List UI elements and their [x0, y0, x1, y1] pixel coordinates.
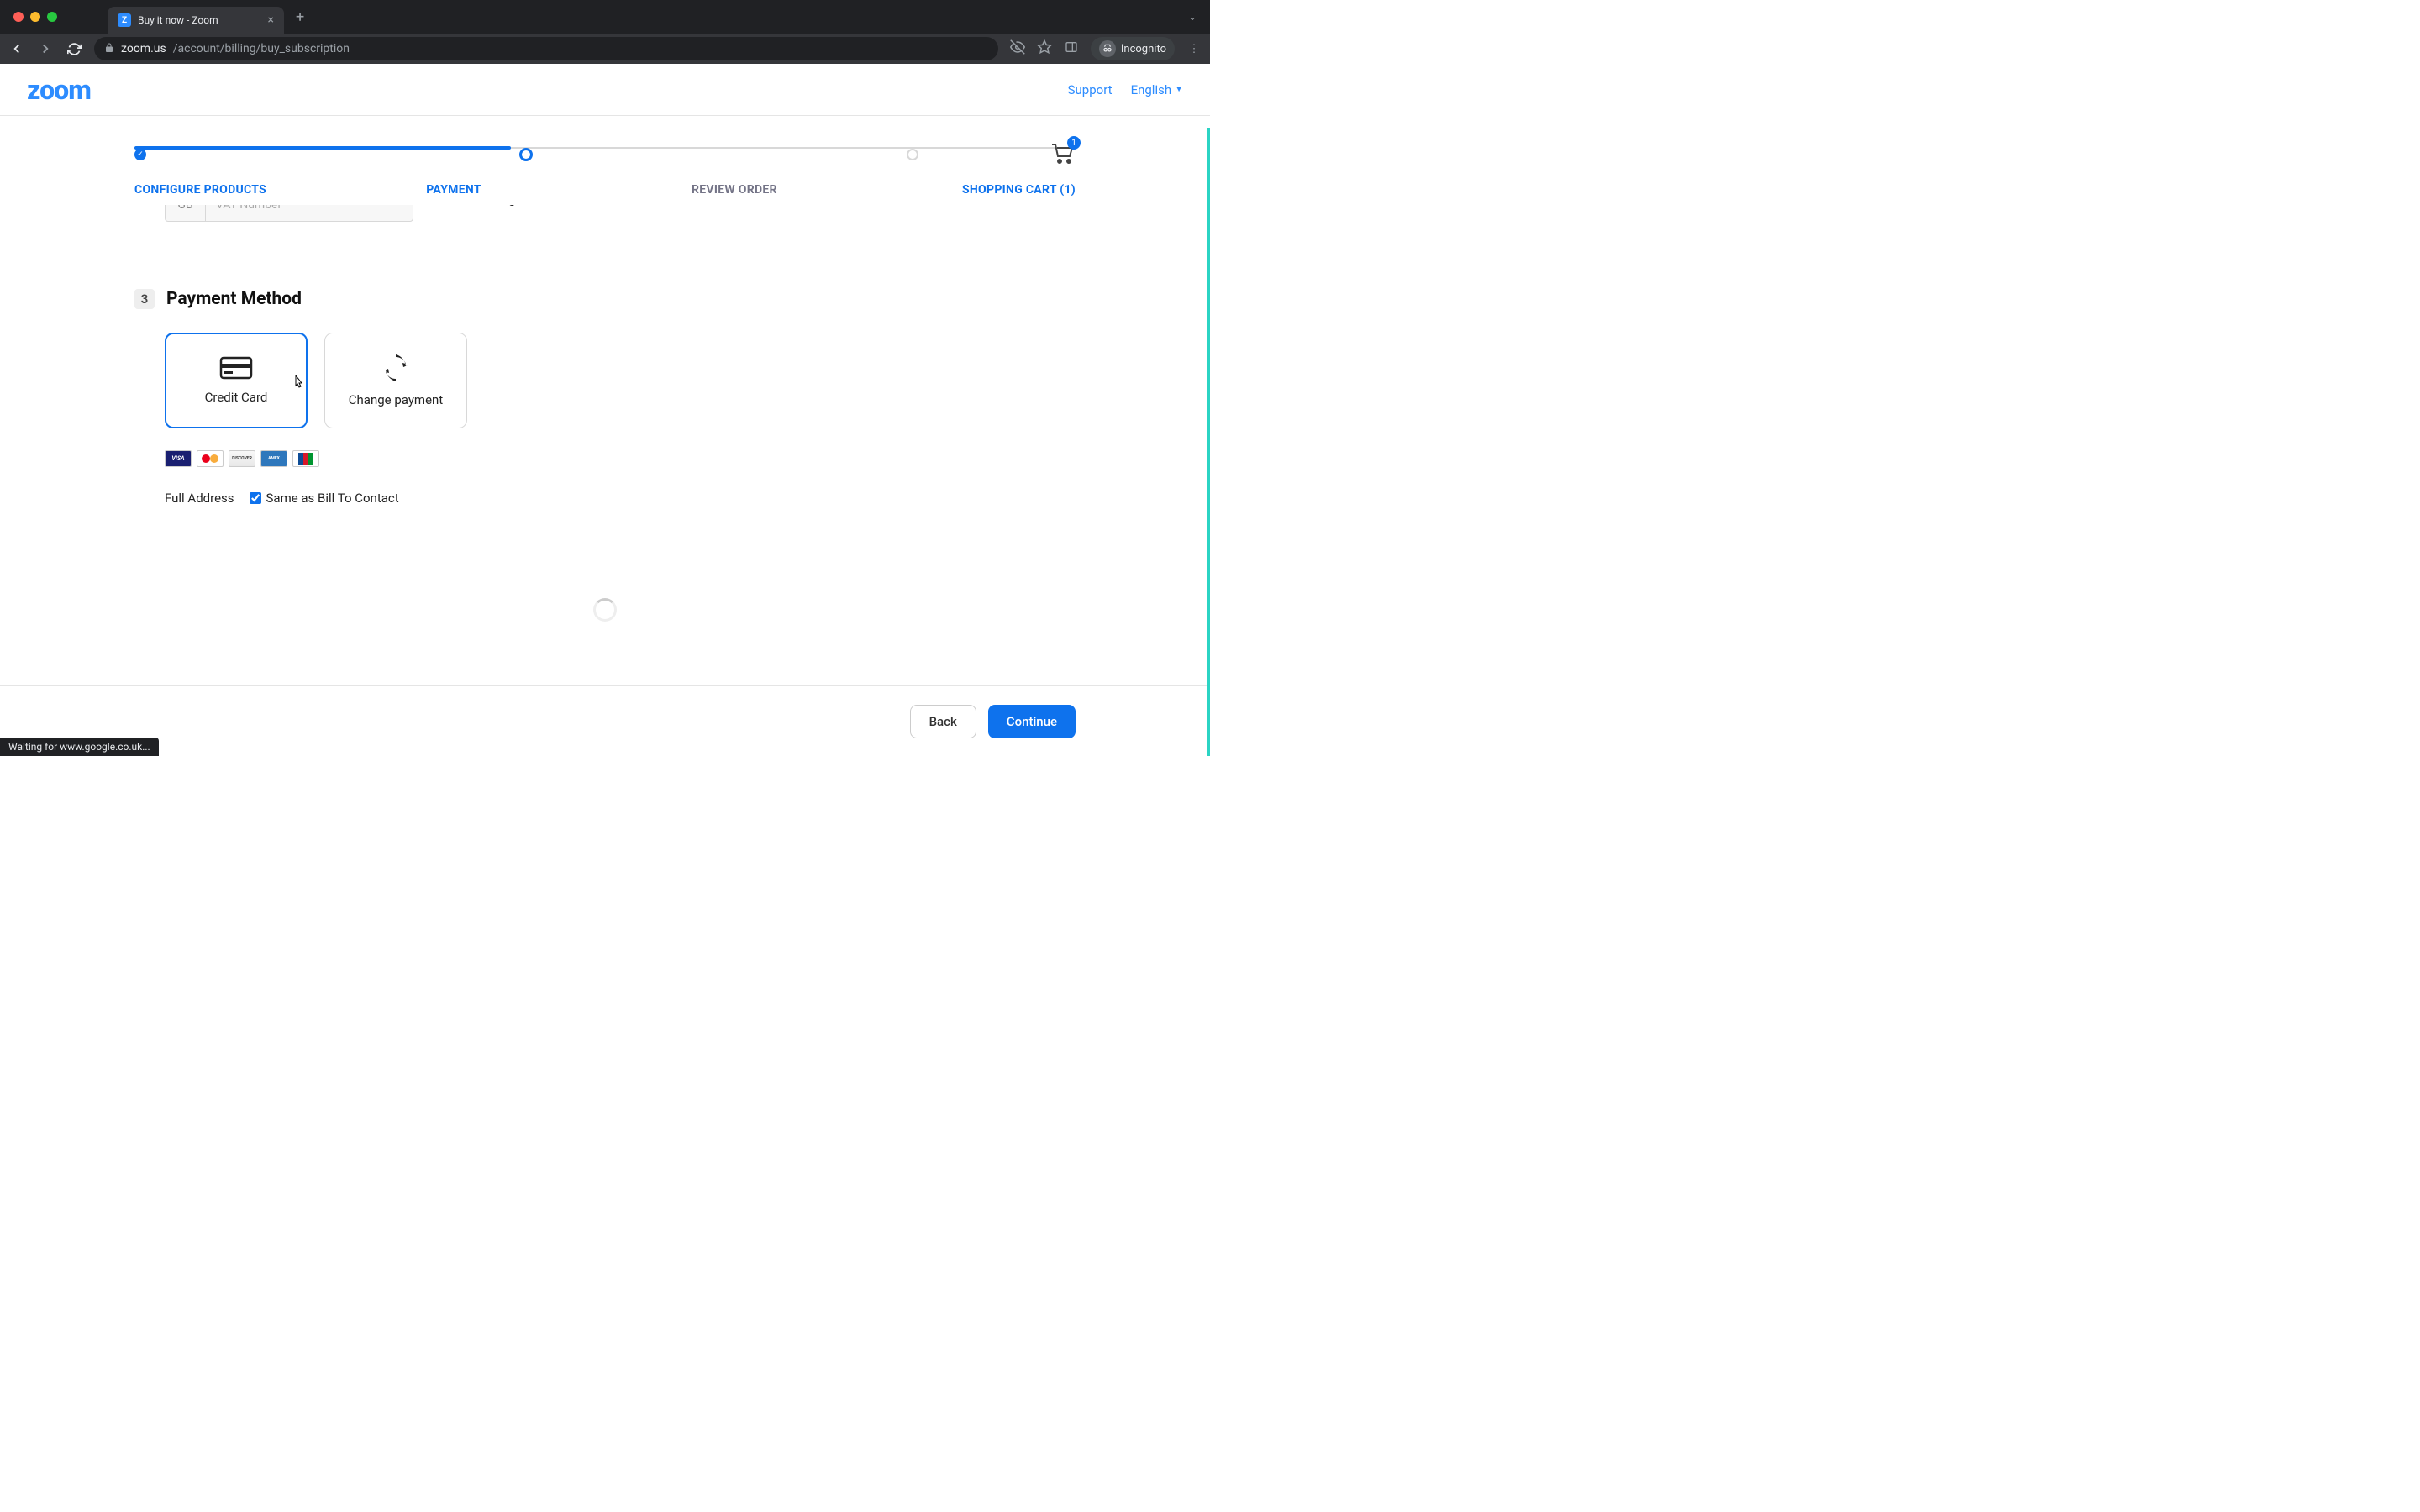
vat-prefix: GB — [166, 205, 206, 221]
same-as-label: Same as Bill To Contact — [266, 491, 399, 506]
payment-option-credit-card[interactable]: Credit Card — [165, 333, 308, 428]
browser-status-bar: Waiting for www.google.co.uk... — [0, 738, 159, 756]
vat-not-registered-row[interactable]: ✓ Not VAT Registered ? — [429, 205, 571, 207]
step-label-cart[interactable]: SHOPPING CART (1) — [962, 183, 1076, 197]
mastercard-logo-icon — [197, 450, 224, 467]
site-header: zoom Support English ▼ — [0, 64, 1210, 116]
cart-count-badge: 1 — [1067, 136, 1081, 150]
full-address-row: Full Address Same as Bill To Contact — [165, 491, 1076, 506]
vat-row-partial: GB VAT Number ✓ Not VAT Registered ? — [134, 205, 1076, 223]
page-body: zoom Support English ▼ ✓ — [0, 64, 1210, 756]
back-button[interactable]: Back — [910, 705, 976, 738]
payment-option-change-label: Change payment — [349, 392, 443, 407]
decorative-edge — [1207, 128, 1210, 756]
shopping-cart-icon[interactable]: 1 — [1049, 141, 1076, 168]
step-label-review: REVIEW ORDER — [692, 183, 777, 197]
tab-favicon-icon: Z — [118, 13, 131, 27]
browser-menu-icon[interactable]: ⋮ — [1186, 43, 1202, 55]
same-as-checkbox[interactable] — [250, 492, 261, 504]
payment-option-change[interactable]: Change payment — [324, 333, 467, 428]
section-header: 3 Payment Method — [134, 289, 1076, 309]
window-minimize[interactable] — [30, 12, 40, 22]
checkout-stepper: ✓ 1 CONFIGURE PRODUCTS PAYMENT REVIEW OR… — [0, 116, 1210, 207]
zoom-logo[interactable]: zoom — [27, 74, 91, 106]
section-step-number: 3 — [134, 289, 155, 309]
visa-logo-icon: VISA — [165, 450, 192, 467]
language-label: English — [1131, 82, 1172, 97]
window-maximize[interactable] — [47, 12, 57, 22]
continue-button[interactable]: Continue — [988, 705, 1076, 738]
discover-logo-icon: DISCOVER — [229, 450, 255, 467]
status-text: Waiting for www.google.co.uk... — [8, 741, 150, 753]
same-as-bill-to[interactable]: Same as Bill To Contact — [250, 491, 399, 506]
language-selector[interactable]: English ▼ — [1131, 82, 1183, 97]
tab-search-icon[interactable]: ⌄ — [1188, 11, 1197, 23]
bookmark-star-icon[interactable] — [1037, 39, 1052, 58]
toolbar-right: Incognito ⋮ — [1010, 37, 1202, 60]
browser-tab-strip: Z Buy it now - Zoom × + ⌄ — [0, 0, 1210, 34]
step-node-payment[interactable] — [519, 148, 533, 161]
window-controls — [13, 12, 57, 22]
chevron-down-icon: ▼ — [1175, 85, 1183, 94]
browser-toolbar: zoom.us/account/billing/buy_subscription… — [0, 34, 1210, 64]
payment-option-cc-label: Credit Card — [205, 390, 268, 405]
url-path: /account/billing/buy_subscription — [173, 42, 350, 55]
incognito-label: Incognito — [1121, 43, 1166, 55]
incognito-icon — [1099, 40, 1116, 57]
address-bar[interactable]: zoom.us/account/billing/buy_subscription — [94, 37, 998, 60]
eye-off-icon[interactable] — [1010, 39, 1025, 58]
incognito-indicator[interactable]: Incognito — [1091, 37, 1175, 60]
nav-forward-button[interactable] — [37, 41, 54, 56]
section-title: Payment Method — [166, 289, 302, 309]
window-close[interactable] — [13, 12, 24, 22]
lock-icon — [104, 43, 114, 55]
continue-button-label: Continue — [1007, 714, 1057, 729]
nav-reload-button[interactable] — [66, 42, 82, 56]
payment-options: Credit Card Change payment — [165, 333, 1076, 428]
step-node-review — [907, 149, 918, 160]
url-domain: zoom.us — [121, 42, 166, 55]
step-label-configure[interactable]: CONFIGURE PRODUCTS — [134, 183, 266, 197]
support-link[interactable]: Support — [1068, 82, 1113, 97]
panel-icon[interactable] — [1064, 40, 1079, 57]
footer-actions: Back Continue — [0, 685, 1210, 756]
jcb-logo-icon — [292, 450, 319, 467]
amex-logo-icon: AMEX — [260, 450, 287, 467]
browser-tab[interactable]: Z Buy it now - Zoom × — [108, 7, 284, 34]
header-actions: Support English ▼ — [1068, 82, 1183, 97]
accepted-cards: VISA DISCOVER AMEX — [165, 450, 1076, 467]
sync-icon — [381, 354, 410, 382]
new-tab-button[interactable]: + — [296, 8, 304, 26]
content-area: GB VAT Number ✓ Not VAT Registered ? 3 P… — [0, 205, 1210, 622]
step-track-fill — [134, 146, 511, 150]
payment-method-section: 3 Payment Method Credit Card — [134, 289, 1076, 622]
step-node-configure[interactable]: ✓ — [134, 149, 146, 160]
step-label-payment[interactable]: PAYMENT — [426, 183, 481, 197]
full-address-label: Full Address — [165, 491, 234, 506]
credit-card-icon — [219, 356, 253, 380]
tab-title: Buy it now - Zoom — [138, 14, 218, 26]
back-button-label: Back — [929, 714, 957, 729]
vat-number-field[interactable]: VAT Number — [206, 205, 413, 221]
nav-back-button[interactable] — [8, 41, 25, 56]
tab-close-icon[interactable]: × — [268, 13, 274, 27]
vat-not-registered-label: Not VAT Registered — [445, 205, 554, 207]
vat-input-group[interactable]: GB VAT Number — [165, 205, 413, 222]
loading-spinner-icon — [593, 598, 617, 622]
